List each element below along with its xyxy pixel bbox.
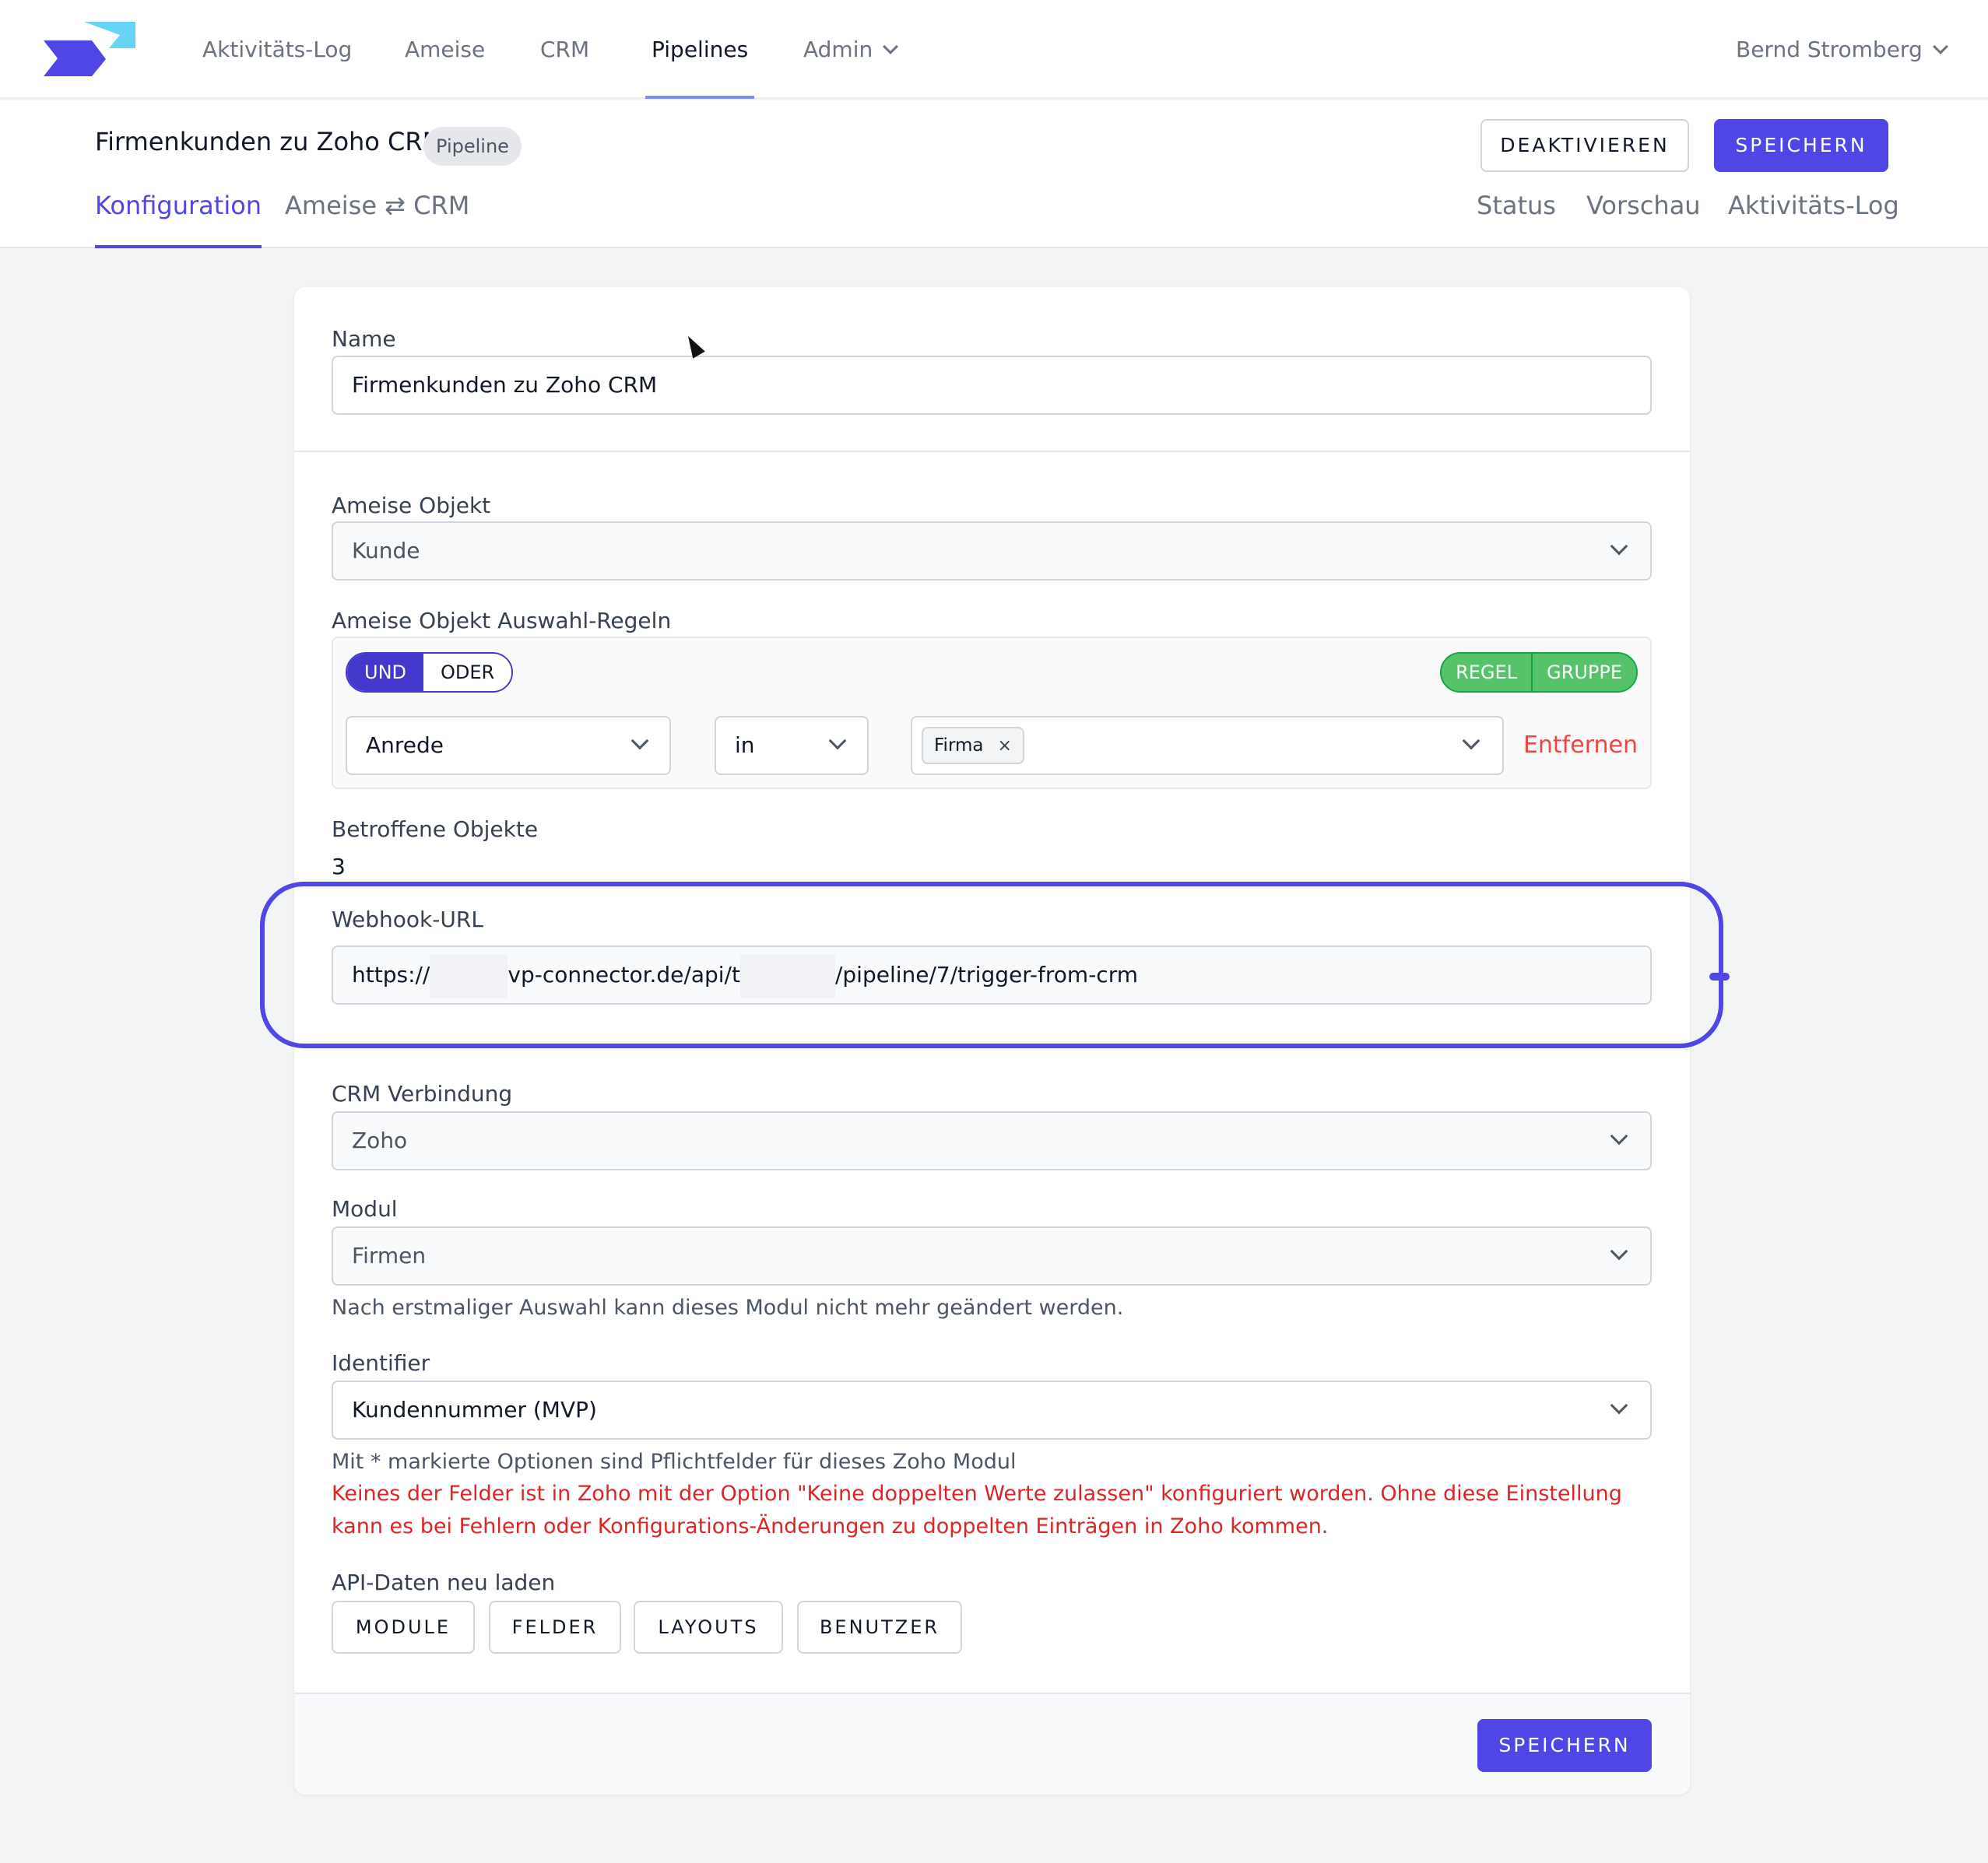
- form-footer: SPEICHERN: [294, 1693, 1690, 1795]
- identifier-select[interactable]: Kundennummer (MVP): [332, 1381, 1652, 1440]
- nav-item-crm[interactable]: CRM: [540, 0, 589, 99]
- combinator-toggle: UND ODER: [346, 652, 514, 693]
- nav-item-admin[interactable]: Admin: [803, 0, 899, 99]
- rule-operator-value: in: [735, 732, 755, 758]
- crm-connection-select[interactable]: Zoho: [332, 1111, 1652, 1170]
- webhook-label: Webhook-URL: [332, 907, 483, 932]
- webhook-url-part-1: https://: [352, 962, 430, 988]
- reload-users-button[interactable]: BENUTZER: [797, 1601, 962, 1654]
- chevron-down-icon: [1462, 732, 1480, 750]
- value-chip: Firma ×: [922, 727, 1024, 764]
- object-select-value: Kunde: [352, 538, 420, 563]
- chevron-down-icon: [1610, 1127, 1628, 1146]
- rules-builder: UND ODER REGEL GRUPPE Anrede in Firma × E…: [332, 637, 1652, 789]
- chevron-down-icon: [1932, 39, 1948, 54]
- user-name: Bernd Stromberg: [1736, 37, 1923, 62]
- nav-item-admin-label: Admin: [803, 37, 873, 62]
- name-label: Name: [332, 326, 396, 352]
- add-rule-button[interactable]: REGEL: [1442, 654, 1532, 691]
- save-button-header[interactable]: SPEICHERN: [1714, 119, 1888, 172]
- object-select[interactable]: Kunde: [332, 521, 1652, 581]
- reload-modules-button[interactable]: MODULE: [332, 1601, 475, 1654]
- rules-label: Ameise Objekt Auswahl-Regeln: [332, 608, 672, 633]
- tab-status[interactable]: Status: [1477, 178, 1556, 248]
- webhook-url-field[interactable]: https:// vp-connector.de/api/t/pipeline/7…: [332, 946, 1652, 1005]
- chevron-down-icon: [1610, 1396, 1628, 1415]
- tab-ameise-crm[interactable]: Ameise ⇄ CRM: [285, 178, 469, 248]
- deactivate-button[interactable]: DEAKTIVIEREN: [1480, 119, 1689, 172]
- rule-operator-select[interactable]: in: [715, 716, 869, 775]
- redaction: [430, 954, 508, 998]
- chevron-down-icon: [883, 39, 899, 54]
- redaction: [739, 954, 835, 998]
- reload-layouts-button[interactable]: LAYOUTS: [634, 1601, 783, 1654]
- module-help-text: Nach erstmaliger Auswahl kann dieses Mod…: [332, 1296, 1124, 1320]
- object-label: Ameise Objekt: [332, 493, 491, 518]
- rule-field-select[interactable]: Anrede: [346, 716, 671, 775]
- tab-preview[interactable]: Vorschau: [1586, 178, 1701, 248]
- highlight-handle: [1709, 973, 1730, 981]
- remove-rule-link[interactable]: Entfernen: [1523, 716, 1638, 775]
- add-group-button[interactable]: GRUPPE: [1531, 654, 1636, 691]
- value-chip-label: Firma: [934, 735, 984, 756]
- nav-item-ameise[interactable]: Ameise: [405, 0, 485, 99]
- reload-fields-button[interactable]: FELDER: [489, 1601, 621, 1654]
- chevron-down-icon: [828, 732, 847, 750]
- crm-connection-label: CRM Verbindung: [332, 1081, 513, 1107]
- identifier-warning: Keines der Felder ist in Zoho mit der Op…: [332, 1482, 1622, 1538]
- identifier-label: Identifier: [332, 1350, 430, 1376]
- rule-value-select[interactable]: Firma ×: [911, 716, 1504, 775]
- identifier-help-text: Mit * markierte Optionen sind Pflichtfel…: [332, 1450, 1017, 1474]
- identifier-value: Kundennummer (MVP): [352, 1397, 597, 1423]
- webhook-url-part-3: /pipeline/7/trigger-from-crm: [834, 962, 1138, 988]
- page-header: Firmenkunden zu Zoho CRM Pipeline DEAKTI…: [0, 100, 1988, 248]
- tab-activity-log[interactable]: Aktivitäts-Log: [1728, 178, 1899, 248]
- module-value: Firmen: [352, 1243, 427, 1268]
- nav-item-pipelines[interactable]: Pipelines: [645, 0, 755, 99]
- tab-configuration[interactable]: Konfiguration: [95, 178, 262, 248]
- top-navigation: Aktivitäts-Log Ameise CRM Pipelines Admi…: [0, 0, 1988, 99]
- chevron-down-icon: [1610, 1242, 1628, 1261]
- user-menu[interactable]: Bernd Stromberg: [1736, 0, 1948, 99]
- name-input[interactable]: Firmenkunden zu Zoho CRM: [332, 356, 1652, 415]
- and-toggle[interactable]: UND: [347, 654, 423, 691]
- rule-field-value: Anrede: [366, 732, 444, 758]
- module-label: Modul: [332, 1196, 398, 1222]
- app-logo[interactable]: [44, 22, 135, 76]
- affected-label: Betroffene Objekte: [332, 816, 539, 842]
- reload-label: API-Daten neu laden: [332, 1570, 556, 1595]
- save-button-footer[interactable]: SPEICHERN: [1477, 1719, 1652, 1772]
- type-badge: Pipeline: [423, 127, 522, 166]
- configuration-form: Name Firmenkunden zu Zoho CRM Ameise Obj…: [294, 287, 1690, 1795]
- affected-count: 3: [332, 854, 346, 879]
- section-divider: [294, 451, 1690, 452]
- webhook-url-part-2: vp-connector.de/api/t: [508, 962, 740, 988]
- crm-connection-value: Zoho: [352, 1128, 408, 1153]
- add-toggle: REGEL GRUPPE: [1440, 652, 1638, 693]
- chevron-down-icon: [630, 732, 649, 750]
- page-title: Firmenkunden zu Zoho CRM: [95, 127, 444, 156]
- nav-item-activity-log[interactable]: Aktivitäts-Log: [202, 0, 352, 99]
- or-toggle[interactable]: ODER: [423, 654, 512, 691]
- chevron-down-icon: [1610, 537, 1628, 556]
- close-icon[interactable]: ×: [998, 736, 1012, 756]
- module-select[interactable]: Firmen: [332, 1226, 1652, 1286]
